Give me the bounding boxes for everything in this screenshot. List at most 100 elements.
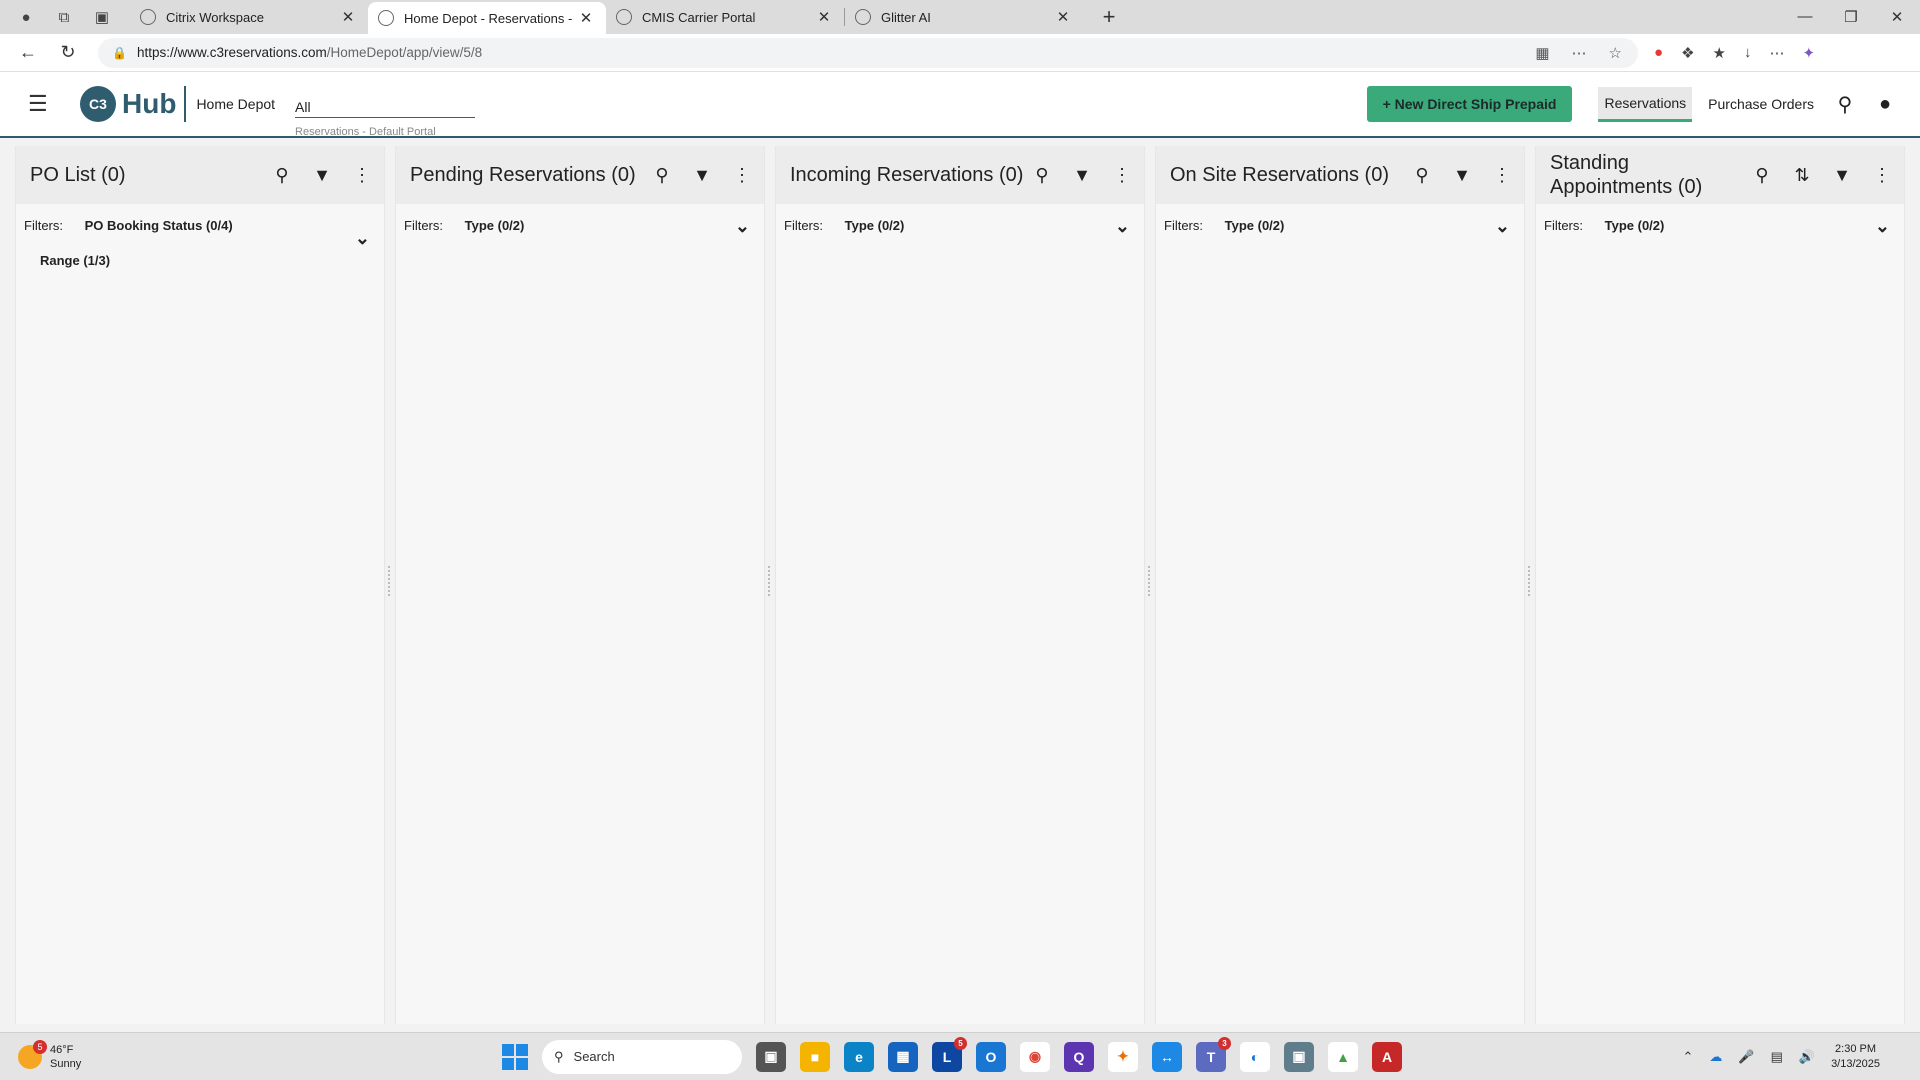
teams-icon[interactable]: T3 <box>1196 1036 1231 1072</box>
favorites-icon[interactable]: ★ <box>1713 44 1726 62</box>
acrobat-icon[interactable]: A <box>1372 1041 1402 1072</box>
browser-tab-strip: ● ⧉ ▣ Citrix Workspace ✕ Home Depot - Re… <box>0 0 1920 34</box>
citrix-favicon-icon <box>140 9 156 25</box>
tab-title: CMIS Carrier Portal <box>642 9 756 25</box>
workspaces-icon[interactable]: ⧉ <box>48 3 80 31</box>
chevron-up-icon[interactable]: ⌃ <box>1682 1049 1693 1065</box>
column-pending-reservations: Pending Reservations (0) ⚲ ▼ ⋮ Filters: … <box>390 146 770 1024</box>
weather-widget[interactable]: 5 46°F Sunny <box>0 1039 300 1071</box>
filter-chip-type[interactable]: Type (0/2) <box>1225 218 1285 233</box>
new-direct-ship-prepaid-button[interactable]: + New Direct Ship Prepaid <box>1366 86 1573 122</box>
more-vertical-icon[interactable]: ⋮ <box>1490 165 1514 186</box>
tab-actions-icon[interactable]: ▣ <box>86 3 118 31</box>
url-field[interactable]: 🔒 https://www.c3reservations.com/HomeDep… <box>98 37 1638 68</box>
more-menu-icon[interactable]: ⋯ <box>1769 44 1784 62</box>
filter-icon[interactable]: ▼ <box>1450 165 1474 186</box>
filters-label: Filters: <box>24 218 63 233</box>
file-explorer-icon[interactable]: ■ <box>800 1041 830 1072</box>
close-tab-icon[interactable]: ✕ <box>814 8 834 26</box>
more-vertical-icon[interactable]: ⋮ <box>350 165 374 186</box>
browser-tab-citrix[interactable]: Citrix Workspace ✕ <box>130 0 368 34</box>
hub-logo[interactable]: C3 Hub <box>80 86 187 122</box>
filter-chip-range[interactable]: Range (1/3) <box>40 253 374 268</box>
paint-icon[interactable]: ▲ <box>1328 1041 1358 1072</box>
copilot-icon[interactable]: ✦ <box>1802 44 1815 62</box>
c3-favicon-icon <box>378 10 394 26</box>
edge-alt-icon[interactable]: ◐ <box>1240 1041 1270 1072</box>
extension-red-icon[interactable]: ● <box>1654 44 1663 62</box>
more-vertical-icon[interactable]: ⋮ <box>1110 165 1134 186</box>
new-tab-icon[interactable]: + <box>1093 4 1125 30</box>
citrix-icon[interactable]: ✦ <box>1108 1041 1138 1072</box>
chevron-down-icon[interactable]: ⌄ <box>1495 216 1510 237</box>
browser-tab-glitter[interactable]: Glitter AI ✕ <box>845 0 1083 34</box>
close-tab-icon[interactable]: ✕ <box>338 8 358 26</box>
chevron-down-icon[interactable]: ⌄ <box>1115 216 1130 237</box>
close-window-icon[interactable]: ✕ <box>1874 8 1920 26</box>
search-icon[interactable]: ⚲ <box>1830 92 1860 117</box>
task-view-icon[interactable]: ▣ <box>756 1041 786 1072</box>
edge-icon[interactable]: e <box>844 1041 874 1072</box>
network-icon[interactable]: ▤ <box>1771 1049 1783 1065</box>
system-clock[interactable]: 2:30 PM 3/13/2025 <box>1831 1042 1880 1072</box>
nav-purchase-orders[interactable]: Purchase Orders <box>1702 88 1820 120</box>
start-button-icon[interactable] <box>502 1043 528 1070</box>
portal-select[interactable]: All Reservations - Default Portal <box>295 99 476 138</box>
reading-view-icon[interactable]: ⋯ <box>1572 44 1587 62</box>
more-vertical-icon[interactable]: ⋮ <box>1870 165 1894 186</box>
search-icon[interactable]: ⚲ <box>1410 165 1434 186</box>
filter-chip-type[interactable]: Type (0/2) <box>845 218 905 233</box>
chevron-down-icon[interactable]: ⌄ <box>355 228 370 249</box>
chevron-down-icon[interactable]: ⌄ <box>735 216 750 237</box>
restore-icon[interactable]: ❐ <box>1828 8 1874 26</box>
user-icon[interactable]: ● <box>1870 93 1900 116</box>
more-vertical-icon[interactable]: ⋮ <box>730 165 754 186</box>
sort-icon[interactable]: ⇅ <box>1790 165 1814 186</box>
filter-icon[interactable]: ▼ <box>690 165 714 186</box>
filter-chip-type[interactable]: Type (0/2) <box>465 218 525 233</box>
filter-icon[interactable]: ▼ <box>1070 165 1094 186</box>
close-tab-icon[interactable]: ✕ <box>1053 8 1073 26</box>
chrome-icon[interactable]: ◉ <box>1020 1041 1050 1072</box>
filters-bar: Filters: Type (0/2) ⌄ <box>396 204 764 236</box>
downloads-icon[interactable]: ↓ <box>1744 44 1752 62</box>
hamburger-menu-icon[interactable]: ☰ <box>0 91 80 117</box>
close-tab-icon[interactable]: ✕ <box>576 9 596 27</box>
filter-chip-type[interactable]: Type (0/2) <box>1605 218 1665 233</box>
browser-tab-home-depot[interactable]: Home Depot - Reservations - Def ✕ <box>368 2 606 34</box>
outlook-icon[interactable]: O <box>976 1041 1006 1072</box>
q-app-icon[interactable]: Q <box>1064 1041 1094 1072</box>
favorite-star-icon[interactable]: ☆ <box>1609 44 1622 62</box>
search-icon[interactable]: ⚲ <box>1750 165 1774 186</box>
store-icon[interactable]: ▦ <box>888 1041 918 1072</box>
minimize-icon[interactable]: — <box>1782 8 1828 26</box>
plus-icon: + <box>1382 96 1391 112</box>
tab-title: Home Depot - Reservations - Def <box>404 10 576 26</box>
glitter-favicon-icon <box>855 9 871 25</box>
search-icon[interactable]: ⚲ <box>270 165 294 186</box>
org-name: Home Depot <box>196 96 276 112</box>
app-install-icon[interactable]: ▦ <box>1535 44 1549 62</box>
l-app-icon[interactable]: L5 <box>932 1036 967 1072</box>
column-header: On Site Reservations (0) ⚲ ▼ ⋮ <box>1156 146 1524 204</box>
chevron-down-icon[interactable]: ⌄ <box>1875 216 1890 237</box>
extensions-icon[interactable]: ❖ <box>1681 44 1694 62</box>
microphone-icon[interactable]: 🎤 <box>1738 1049 1754 1065</box>
remote-desktop-icon[interactable]: ↔ <box>1152 1041 1182 1072</box>
filter-icon[interactable]: ▼ <box>310 165 334 186</box>
search-icon[interactable]: ⚲ <box>1030 165 1054 186</box>
filters-bar: Filters: Type (0/2) ⌄ <box>776 204 1144 236</box>
volume-icon[interactable]: 🔊 <box>1799 1049 1815 1065</box>
filter-chip-po-booking-status[interactable]: PO Booking Status (0/4) <box>85 218 233 233</box>
back-icon[interactable]: ← <box>8 42 48 63</box>
browser-tab-cmis[interactable]: CMIS Carrier Portal ✕ <box>606 0 844 34</box>
nav-reservations[interactable]: Reservations <box>1598 86 1693 122</box>
onedrive-icon[interactable]: ☁ <box>1709 1049 1722 1065</box>
search-icon[interactable]: ⚲ <box>650 165 674 186</box>
profile-icon[interactable]: ● <box>10 3 42 31</box>
network-app-icon[interactable]: ▣ <box>1284 1041 1314 1072</box>
filter-icon[interactable]: ▼ <box>1830 165 1854 186</box>
column-title: Pending Reservations (0) <box>410 164 636 186</box>
taskbar-search[interactable]: ⚲ Search <box>542 1039 742 1074</box>
refresh-icon[interactable]: ↻ <box>48 42 88 63</box>
